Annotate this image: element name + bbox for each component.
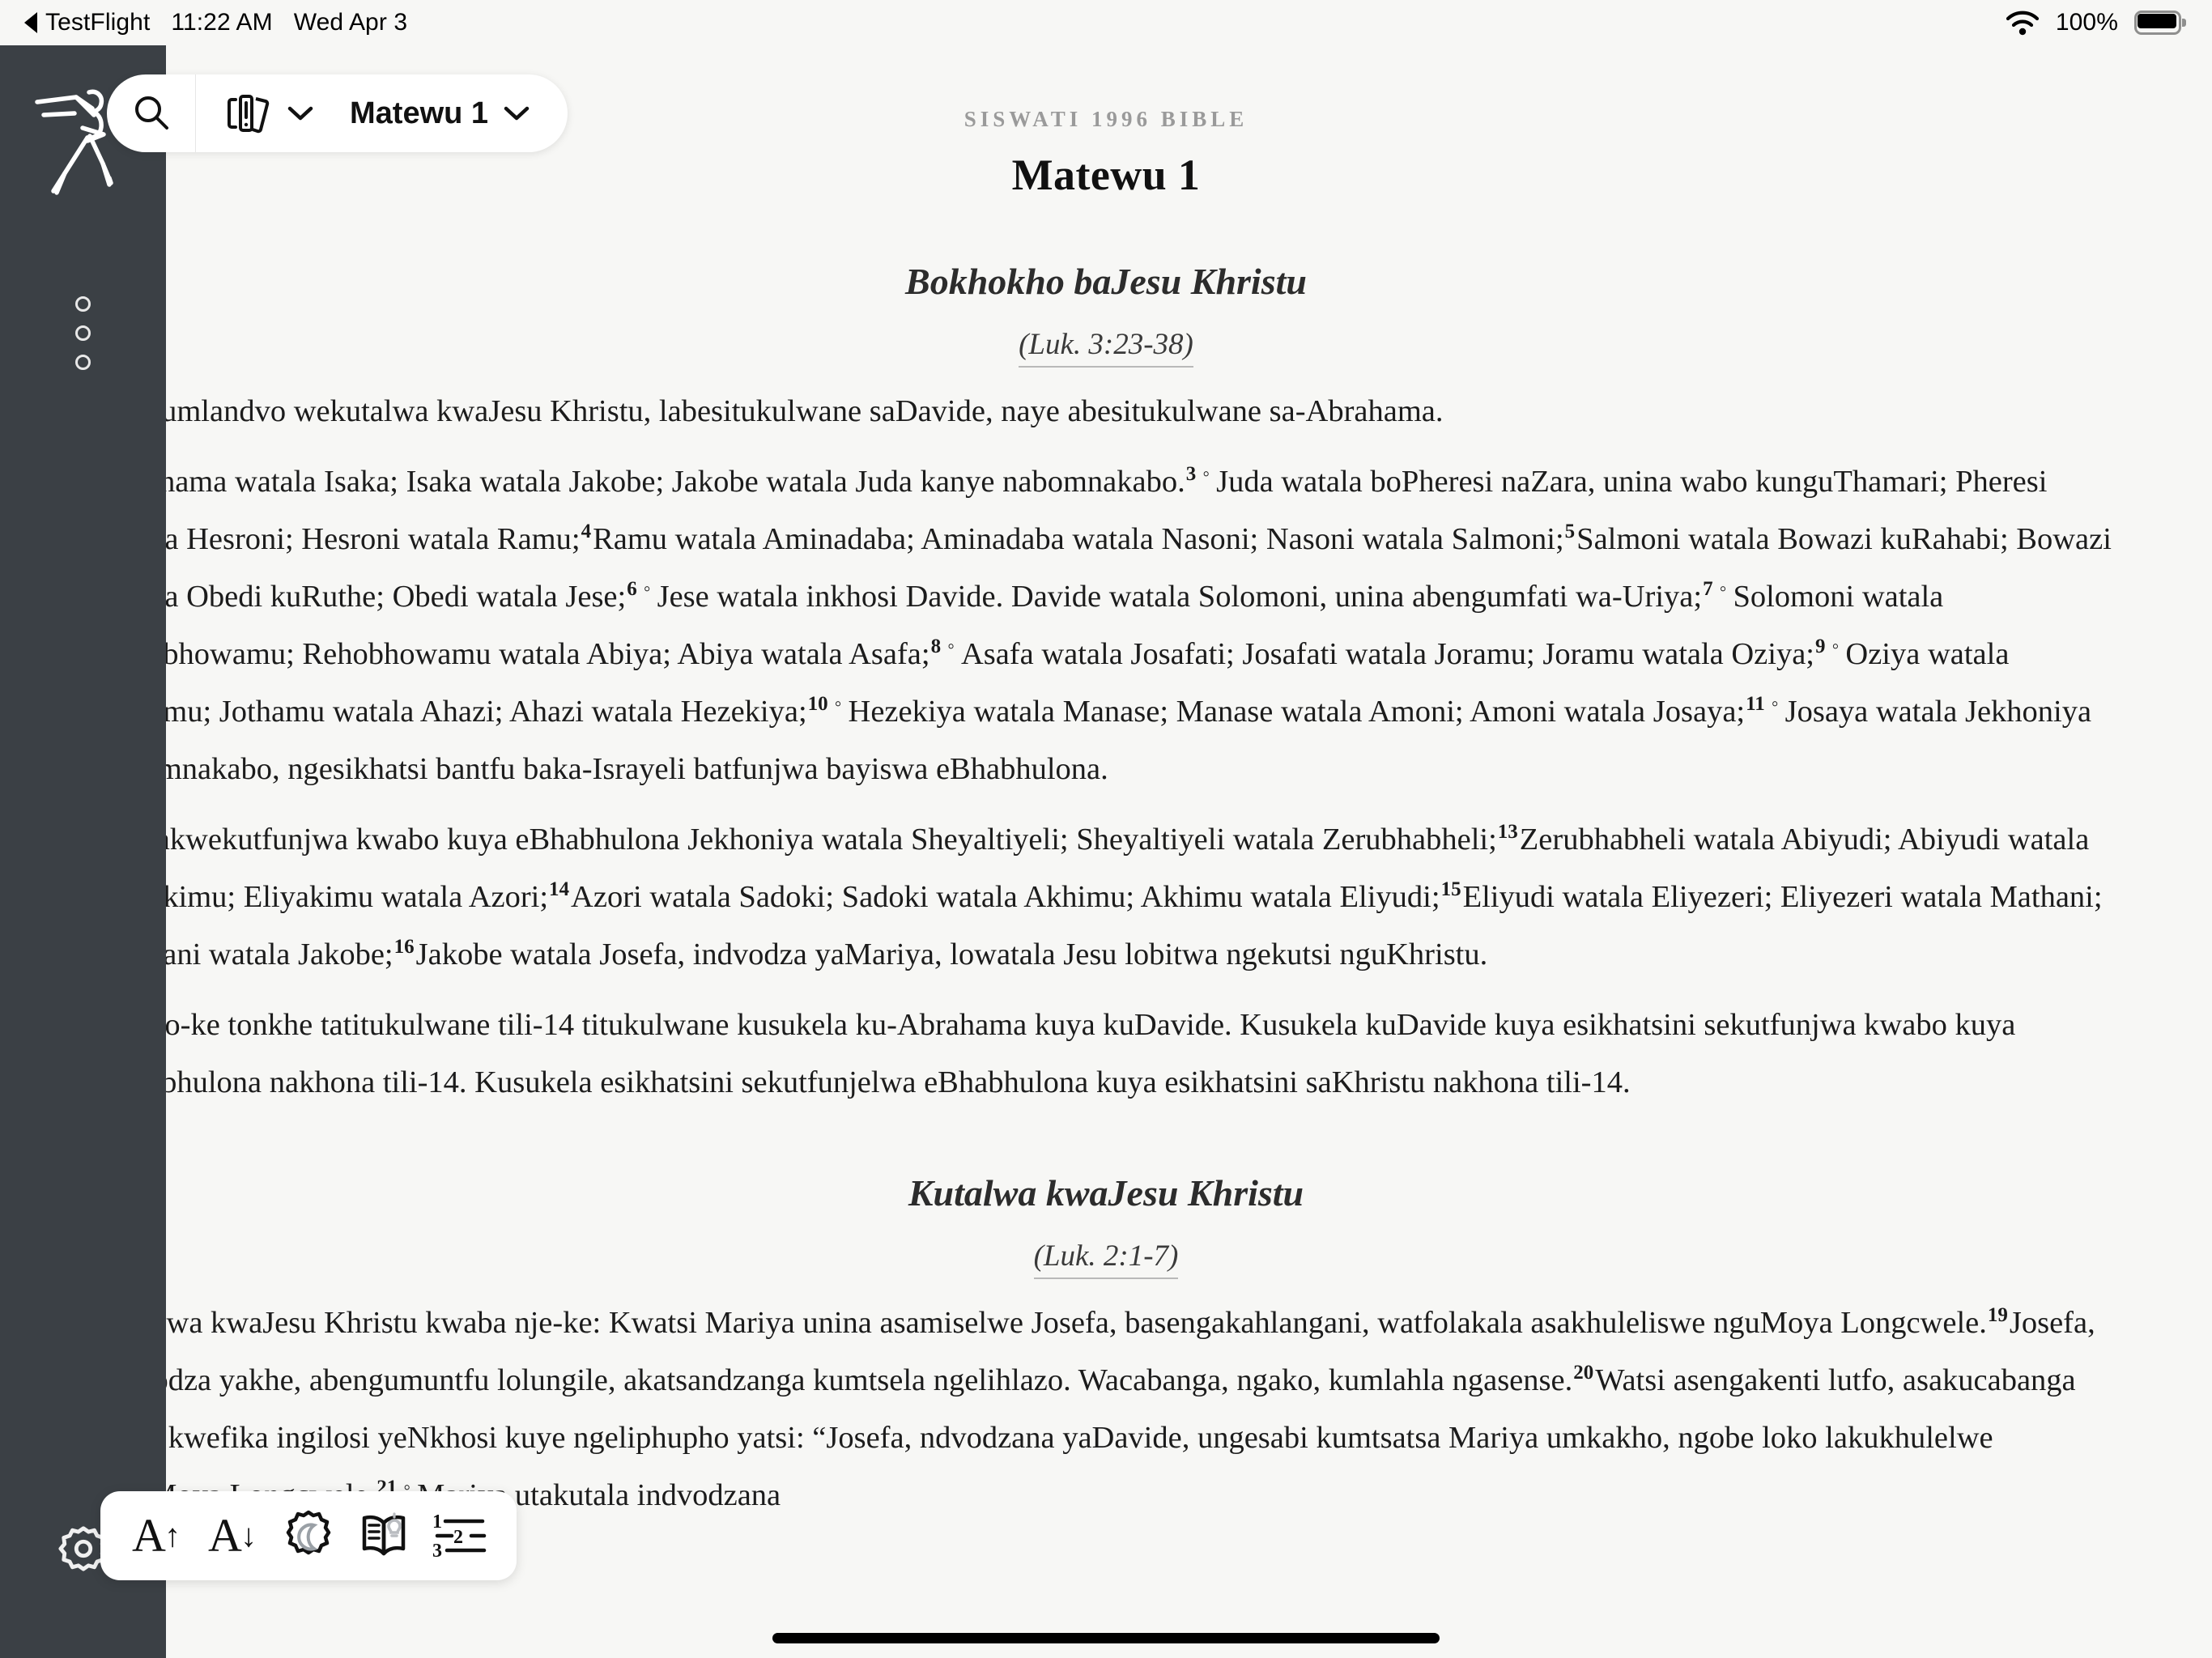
books-icon	[228, 95, 270, 134]
verse-number[interactable]: 5	[1564, 521, 1577, 542]
chapter-scroll-content: SISWATI 1996 BIBLE Matewu 1 Bokhokho baJ…	[0, 45, 2212, 1524]
verse-text: Jakobe watala Josefa, indvodza yaMariya,…	[415, 937, 1488, 971]
verse-text: Jese watala inkhosi Davide.	[657, 580, 1004, 614]
theme-brightness-button[interactable]	[270, 1491, 347, 1580]
search-icon	[134, 96, 168, 130]
search-button[interactable]	[107, 74, 196, 152]
cross-reference-marker[interactable]: ◦	[1715, 578, 1733, 600]
verse-number[interactable]: 13	[1497, 821, 1520, 843]
increase-font-size-button[interactable]: A ↑	[118, 1491, 194, 1580]
cross-reference-marker[interactable]: ◦	[1827, 636, 1846, 657]
cross-reference-marker[interactable]: ◦	[942, 636, 961, 657]
more-dot-3	[75, 355, 91, 370]
ios-status-bar: TestFlight 11:22 AM Wed Apr 3 100%	[0, 0, 2212, 45]
home-indicator	[772, 1633, 1440, 1643]
font-size-letter: A	[208, 1509, 242, 1562]
verse-number[interactable]: 7	[1702, 578, 1715, 600]
cross-reference-marker[interactable]: ◦	[639, 578, 657, 600]
verse-text: Abrahama watala Isaka; Isaka watala Jako…	[97, 465, 1185, 499]
verse-number[interactable]: 20	[1572, 1362, 1595, 1384]
back-to-app-button[interactable]: TestFlight	[24, 9, 150, 36]
verse-text: Emvakwekutfunjwa kwabo kuya eBhabhulona …	[97, 823, 1497, 857]
svg-text:1: 1	[432, 1511, 442, 1533]
verse-number[interactable]: 8	[930, 636, 943, 657]
verse-text: Hezekiya watala Manase; Manase watala Am…	[848, 695, 1746, 729]
verse-text: Ngako-ke tonkhe tatitukulwane tili-14 ti…	[97, 1008, 2016, 1099]
left-sidebar	[0, 45, 166, 1658]
back-app-label: TestFlight	[45, 9, 151, 36]
top-toolbar: Matewu 1	[107, 74, 568, 152]
section-heading-2: Kutalwa kwaJesu Khristu	[908, 1172, 1304, 1214]
section-reference-1[interactable]: (Luk. 3:23-38)	[97, 327, 2115, 368]
more-dot-1	[75, 296, 91, 312]
section-reference-2[interactable]: (Luk. 2:1-7)	[97, 1239, 2115, 1279]
font-size-letter: A	[132, 1509, 166, 1562]
section-heading-1: Bokhokho baJesu Khristu	[905, 261, 1307, 302]
arrow-up-icon: ↑	[164, 1518, 181, 1554]
verse-text: Azori watala Sadoki; Sadoki watala Akhim…	[571, 880, 1440, 914]
more-dot-2	[75, 325, 91, 341]
book-lightbulb-icon	[362, 1512, 406, 1556]
reader-options-toolbar: A ↑ A ↓ 1 2 3	[100, 1491, 517, 1580]
arrow-down-icon: ↓	[240, 1518, 257, 1554]
chevron-down-icon	[287, 106, 313, 121]
numbered-lines-icon: 1 2 3	[432, 1511, 487, 1562]
ipad-bible-reader-screen: SISWATI 1996 BIBLE Matewu 1 Bokhokho baJ…	[0, 0, 2212, 1658]
verse-number[interactable]: 6	[626, 578, 639, 600]
verse-paragraph-5[interactable]: Kutalwa kwaJesu Khristu kwaba nje-ke: Kw…	[97, 1295, 2115, 1524]
verse-text: Kutalwa kwaJesu Khristu kwaba nje-ke: Kw…	[97, 1306, 1987, 1340]
verse-number[interactable]: 11	[1745, 693, 1767, 715]
chapter-selector-button[interactable]: Matewu 1	[332, 74, 559, 152]
verse-text: Asafa watala Josafati; Josafati watala J…	[960, 637, 1815, 671]
wifi-icon	[2006, 11, 2039, 36]
verse-text: Davide watala Solomoni, unina abengumfat…	[1010, 580, 1703, 614]
verse-layout-button[interactable]: 1 2 3	[423, 1491, 499, 1580]
verse-number[interactable]: 9	[1814, 636, 1827, 657]
verse-paragraph-4[interactable]: Ngako-ke tonkhe tatitukulwane tili-14 ti…	[97, 997, 2115, 1112]
status-bar-right: 100%	[2006, 9, 2212, 36]
back-triangle-icon	[24, 12, 37, 33]
chapter-selector-label: Matewu 1	[350, 96, 489, 130]
cross-reference-marker[interactable]: ◦	[1767, 693, 1785, 715]
verse-number[interactable]: 16	[393, 936, 416, 958]
sun-moon-icon	[286, 1510, 331, 1555]
chevron-down-icon	[504, 106, 530, 121]
decrease-font-size-button[interactable]: A ↓	[194, 1491, 270, 1580]
verse-paragraph-1[interactable]: Lengumlandvo wekutalwa kwaJesu Khristu, …	[97, 383, 2115, 440]
cross-reference-marker[interactable]: ◦	[830, 693, 849, 715]
verse-number[interactable]: 10	[807, 693, 830, 715]
battery-percent-label: 100%	[2055, 9, 2118, 36]
reading-pane[interactable]: SISWATI 1996 BIBLE Matewu 1 Bokhokho baJ…	[0, 45, 2212, 1658]
svg-text:2: 2	[453, 1527, 463, 1548]
verse-number[interactable]: 3	[1185, 463, 1198, 485]
cross-reference-marker[interactable]: ◦	[1197, 463, 1216, 485]
section-reference-2-link[interactable]: (Luk. 2:1-7)	[1033, 1239, 1179, 1279]
battery-full-icon	[2134, 11, 2186, 35]
chapter-title: Matewu 1	[1011, 151, 1201, 199]
library-selector-button[interactable]	[196, 74, 332, 152]
verse-paragraph-2[interactable]: Abrahama watala Isaka; Isaka watala Jako…	[97, 453, 2115, 798]
sidebar-more-menu[interactable]	[0, 296, 166, 370]
status-bar-left: TestFlight 11:22 AM Wed Apr 3	[0, 9, 407, 36]
verse-text: Ramu watala Aminadaba; Aminadaba watala …	[593, 522, 1564, 556]
status-bar-date: Wed Apr 3	[293, 9, 408, 36]
svg-text:3: 3	[432, 1541, 442, 1562]
verse-number[interactable]: 19	[1987, 1304, 2010, 1326]
status-bar-time: 11:22 AM	[171, 9, 273, 36]
section-reference-1-link[interactable]: (Luk. 3:23-38)	[1019, 328, 1193, 368]
verse-number[interactable]: 15	[1440, 878, 1463, 900]
verse-number[interactable]: 4	[581, 521, 593, 542]
verse-text: Lengumlandvo wekutalwa kwaJesu Khristu, …	[97, 394, 1444, 428]
study-notes-button[interactable]	[347, 1491, 423, 1580]
verse-paragraph-3[interactable]: Emvakwekutfunjwa kwabo kuya eBhabhulona …	[97, 811, 2115, 984]
verse-number[interactable]: 14	[548, 878, 571, 900]
